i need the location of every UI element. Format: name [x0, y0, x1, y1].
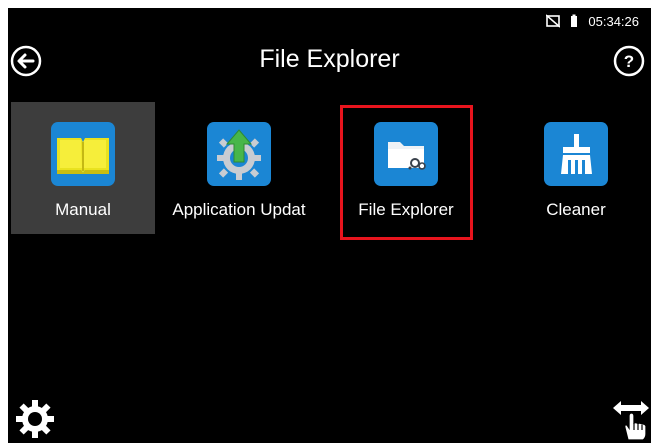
no-sim-icon — [545, 14, 561, 28]
svg-text:?: ? — [624, 52, 634, 71]
status-time: 05:34:26 — [588, 13, 639, 29]
swap-hand-icon — [613, 401, 649, 441]
gear-icon — [16, 400, 54, 438]
update-gear-icon — [207, 122, 271, 186]
app-tile-manual[interactable]: Manual — [11, 102, 155, 234]
status-bar: 05:34:26 — [545, 12, 639, 30]
swap-hand-button[interactable] — [611, 396, 651, 442]
app-tile-cleaner[interactable]: Cleaner — [504, 102, 648, 234]
selection-highlight — [340, 105, 473, 240]
help-question-icon: ? — [613, 45, 645, 77]
device-screen: 05:34:26 File Explorer ? Manual Applicat… — [8, 8, 651, 443]
app-tile-application-update[interactable]: Application Updat — [167, 102, 311, 234]
settings-button[interactable] — [14, 398, 56, 440]
app-tile-label: Manual — [55, 200, 111, 219]
app-tile-label: Cleaner — [546, 200, 606, 219]
app-tile-label: Application Updat — [172, 200, 306, 219]
page-title: File Explorer — [259, 45, 400, 73]
battery-icon — [570, 14, 578, 28]
help-button[interactable]: ? — [613, 45, 645, 77]
open-book-icon — [51, 122, 115, 186]
broom-icon — [544, 122, 608, 186]
